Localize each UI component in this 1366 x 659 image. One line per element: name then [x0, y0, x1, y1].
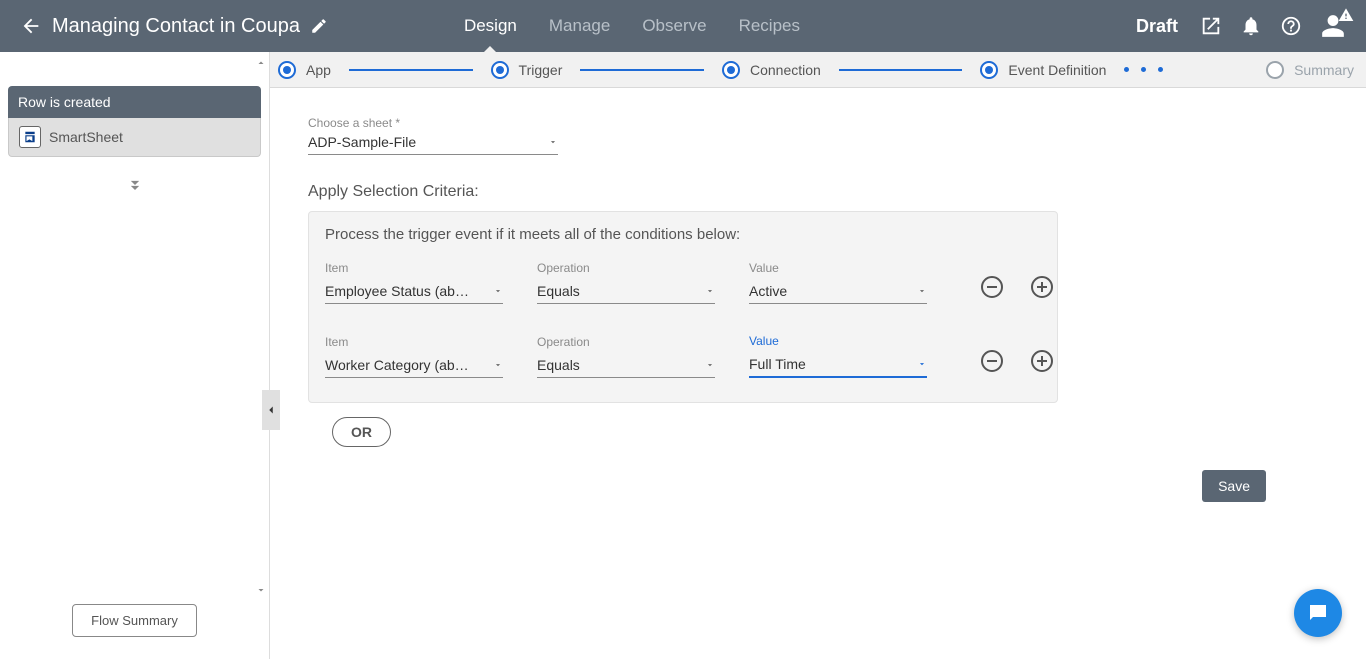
item-select[interactable]: Worker Category (ab…: [325, 353, 503, 378]
status-badge: Draft: [1136, 16, 1178, 37]
or-button[interactable]: OR: [332, 417, 391, 447]
caret-down-icon: [917, 359, 927, 369]
item-select[interactable]: Employee Status (ab…: [325, 279, 503, 304]
app-header: Managing Contact in Coupa Design Manage …: [0, 0, 1366, 52]
remove-row-button[interactable]: [981, 350, 1003, 372]
sheet-field-label: Choose a sheet *: [308, 116, 1334, 130]
chevron-up-icon[interactable]: [255, 56, 267, 72]
value-label: Value: [749, 334, 927, 348]
caret-down-icon: [705, 286, 715, 296]
value-select[interactable]: Full Time: [749, 352, 927, 378]
caret-down-icon: [548, 137, 558, 147]
caret-down-icon: [493, 360, 503, 370]
chevron-down-icon[interactable]: [255, 583, 267, 599]
criteria-title: Apply Selection Criteria:: [308, 183, 1334, 201]
bell-icon[interactable]: [1240, 15, 1262, 37]
operation-label: Operation: [537, 335, 715, 349]
caret-down-icon: [493, 286, 503, 296]
item-label: Item: [325, 261, 503, 275]
add-row-button[interactable]: [1031, 350, 1053, 372]
item-label: Item: [325, 335, 503, 349]
tab-manage[interactable]: Manage: [533, 0, 626, 52]
main-content: Choose a sheet * ADP-Sample-File Apply S…: [270, 52, 1366, 659]
back-arrow-icon[interactable]: [20, 15, 42, 37]
criteria-box: Process the trigger event if it meets al…: [308, 211, 1058, 403]
app-card-smartsheet[interactable]: SmartSheet: [8, 118, 261, 157]
tab-design[interactable]: Design: [448, 0, 533, 52]
operation-select[interactable]: Equals: [537, 353, 715, 378]
header-tabs: Design Manage Observe Recipes: [448, 0, 816, 52]
value-select[interactable]: Active: [749, 279, 927, 304]
expand-icon[interactable]: [8, 175, 261, 198]
tab-observe[interactable]: Observe: [626, 0, 722, 52]
criteria-row: Item Employee Status (ab… Operation Equa…: [325, 261, 1041, 304]
sheet-select[interactable]: ADP-Sample-File: [308, 130, 558, 155]
external-link-icon[interactable]: [1200, 15, 1222, 37]
operation-label: Operation: [537, 261, 715, 275]
trigger-panel-header[interactable]: Row is created: [8, 86, 261, 118]
row-actions: [981, 276, 1053, 298]
criteria-description: Process the trigger event if it meets al…: [325, 226, 1041, 243]
smartsheet-icon: [19, 126, 41, 148]
save-button[interactable]: Save: [1202, 470, 1266, 502]
pencil-icon[interactable]: [310, 17, 328, 35]
header-right: Draft: [1136, 13, 1366, 39]
row-actions: [981, 350, 1053, 372]
value-label: Value: [749, 261, 927, 275]
remove-row-button[interactable]: [981, 276, 1003, 298]
page-title: Managing Contact in Coupa: [52, 15, 300, 38]
app-name-label: SmartSheet: [49, 129, 123, 145]
operation-select[interactable]: Equals: [537, 279, 715, 304]
left-sidebar: Row is created SmartSheet Flow Summary: [0, 52, 270, 659]
help-icon[interactable]: [1280, 15, 1302, 37]
tab-recipes[interactable]: Recipes: [723, 0, 816, 52]
caret-down-icon: [705, 360, 715, 370]
alert-triangle-icon: [1338, 7, 1354, 26]
user-menu-button[interactable]: [1320, 13, 1346, 39]
header-left: Managing Contact in Coupa: [0, 15, 328, 38]
criteria-row: Item Worker Category (ab… Operation Equa…: [325, 334, 1041, 378]
flow-summary-button[interactable]: Flow Summary: [72, 604, 197, 637]
chat-bubble-button[interactable]: [1294, 589, 1342, 637]
caret-down-icon: [917, 286, 927, 296]
add-row-button[interactable]: [1031, 276, 1053, 298]
